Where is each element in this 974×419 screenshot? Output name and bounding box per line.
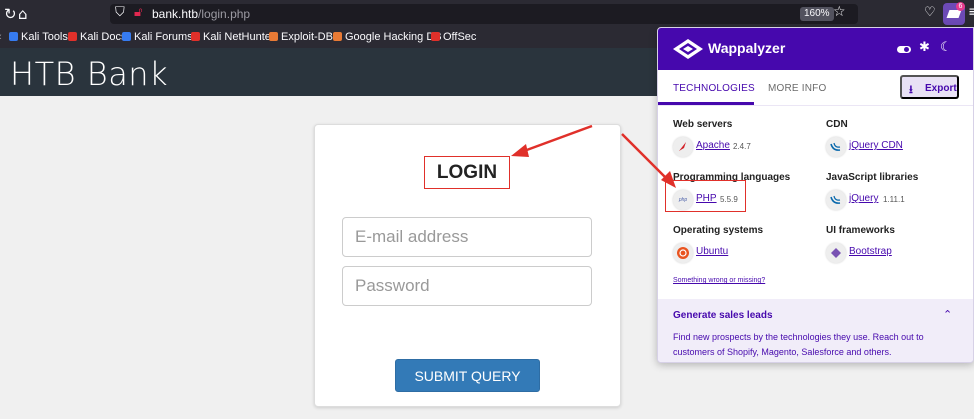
bookmark-icon [68, 32, 77, 41]
tech-name: jQuery [849, 193, 879, 204]
jquery-icon [826, 190, 846, 210]
tech-bootstrap[interactable]: Bootstrap [826, 243, 946, 263]
chevron-up-icon[interactable]: ⌃ [943, 308, 952, 321]
bookmark-label: Exploit-DB [281, 31, 333, 43]
url-host: bank.htb [152, 7, 199, 21]
bookmark-label: OffSec [443, 31, 477, 43]
password-field[interactable] [342, 266, 592, 306]
url-bar[interactable]: ⛉ 🔓︎ bank.htb/login.php 160% ☆ [110, 4, 858, 24]
tech-version: 1.11.1 [883, 195, 905, 204]
wappalyzer-title: Wappalyzer [708, 40, 786, 56]
submit-button[interactable]: SUBMIT QUERY [395, 359, 540, 392]
apache-feather-icon [673, 137, 693, 157]
leads-description: Find new prospects by the technologies t… [673, 332, 924, 357]
lock-icon[interactable]: 🔓︎ [134, 5, 142, 20]
tab-technologies[interactable]: TECHNOLOGIES [673, 83, 755, 94]
bookmark-icon [122, 32, 131, 41]
shield-icon[interactable]: ⛉ [115, 5, 125, 20]
bookmark-label: Google Hacking DB [345, 31, 442, 43]
gear-icon[interactable]: ✱ [919, 40, 930, 55]
something-wrong-link[interactable]: Something wrong or missing? [673, 277, 765, 284]
jquery-icon [826, 137, 846, 157]
tech-version: 2.4.7 [733, 142, 751, 151]
export-button[interactable]: ⭳ Export [900, 75, 959, 99]
sales-leads-panel: Generate sales leads ⌃ Find new prospect… [658, 299, 973, 362]
category-cdn: CDN [826, 119, 848, 130]
tech-jquery[interactable]: jQuery 1.11.1 [826, 190, 946, 210]
bookmark-icon [431, 32, 440, 41]
tech-name: Ubuntu [696, 246, 729, 257]
wappalyzer-logo-icon [673, 39, 703, 59]
menu-icon[interactable]: ≡ [968, 4, 974, 20]
star-icon[interactable]: ☆ [833, 4, 846, 20]
export-label: Export [925, 83, 957, 94]
bookmark-label: Kali NetHunter [203, 31, 275, 43]
bookmark-label: Kali Tools [21, 31, 68, 43]
bookmark-kali-tools[interactable]: Kali Tools [9, 31, 68, 43]
toggle-switch[interactable] [897, 46, 911, 53]
bookmark-kali-nethunter[interactable]: Kali NetHunter [191, 31, 275, 43]
site-title: HTB Bank [10, 55, 169, 93]
theme-moon-icon[interactable]: ☾ [940, 40, 952, 55]
bookmark-kali-forums[interactable]: Kali Forums [122, 31, 193, 43]
zoom-level[interactable]: 160% [800, 7, 834, 21]
category-javascript-libraries: JavaScript libraries [826, 172, 919, 183]
download-icon: ⭳ [909, 83, 913, 96]
bookmark-exploit-db[interactable]: Exploit-DB [269, 31, 333, 43]
wappalyzer-tabs: TECHNOLOGIES MORE INFO ⭳ Export [658, 70, 973, 106]
bookmarks-chevron-icon[interactable]: ‹ [0, 31, 2, 43]
bookmark-google-hacking-db[interactable]: Google Hacking DB [333, 31, 442, 43]
wappalyzer-header: Wappalyzer ✱ ☾ [658, 28, 973, 70]
bookmark-icon [333, 32, 342, 41]
email-field[interactable] [342, 217, 592, 257]
bookmark-icon [191, 32, 200, 41]
ubuntu-icon [673, 243, 693, 263]
reload-icon[interactable]: ↻ [4, 5, 17, 23]
category-ui-frameworks: UI frameworks [826, 225, 895, 236]
category-operating-systems: Operating systems [673, 225, 764, 236]
bookmark-kali-docs[interactable]: Kali Docs [68, 31, 126, 43]
extension-badge: 6 [956, 2, 965, 11]
tab-more-info[interactable]: MORE INFO [768, 83, 826, 94]
login-heading: LOGIN [424, 156, 510, 189]
bookmark-offsec[interactable]: OffSec [431, 31, 476, 43]
active-tab-indicator [658, 102, 754, 105]
bookmark-icon [9, 32, 18, 41]
tech-name: jQuery CDN [849, 140, 903, 151]
leads-title[interactable]: Generate sales leads [673, 310, 773, 321]
tech-ubuntu[interactable]: Ubuntu [673, 243, 793, 263]
url-text[interactable]: bank.htb/login.php [152, 7, 250, 21]
bookmark-label: Kali Forums [134, 31, 193, 43]
php-highlight-box [665, 180, 746, 212]
bookmark-icon [269, 32, 278, 41]
home-icon[interactable]: ⌂ [18, 5, 28, 23]
browser-toolbar: ↻ ⌂ ⛉ 🔓︎ bank.htb/login.php 160% ☆ ♡ 6 ≡ [0, 0, 974, 28]
tech-jquery-cdn[interactable]: jQuery CDN [826, 137, 946, 157]
tech-apache[interactable]: Apache 2.4.7 [673, 137, 793, 157]
category-web-servers: Web servers [673, 119, 733, 130]
tech-name: Apache [696, 140, 730, 151]
pocket-icon[interactable]: ♡ [924, 5, 936, 20]
bootstrap-icon [826, 243, 846, 263]
bookmark-label: Kali Docs [80, 31, 127, 43]
tech-name: Bootstrap [849, 246, 892, 257]
url-path: /login.php [198, 7, 251, 21]
